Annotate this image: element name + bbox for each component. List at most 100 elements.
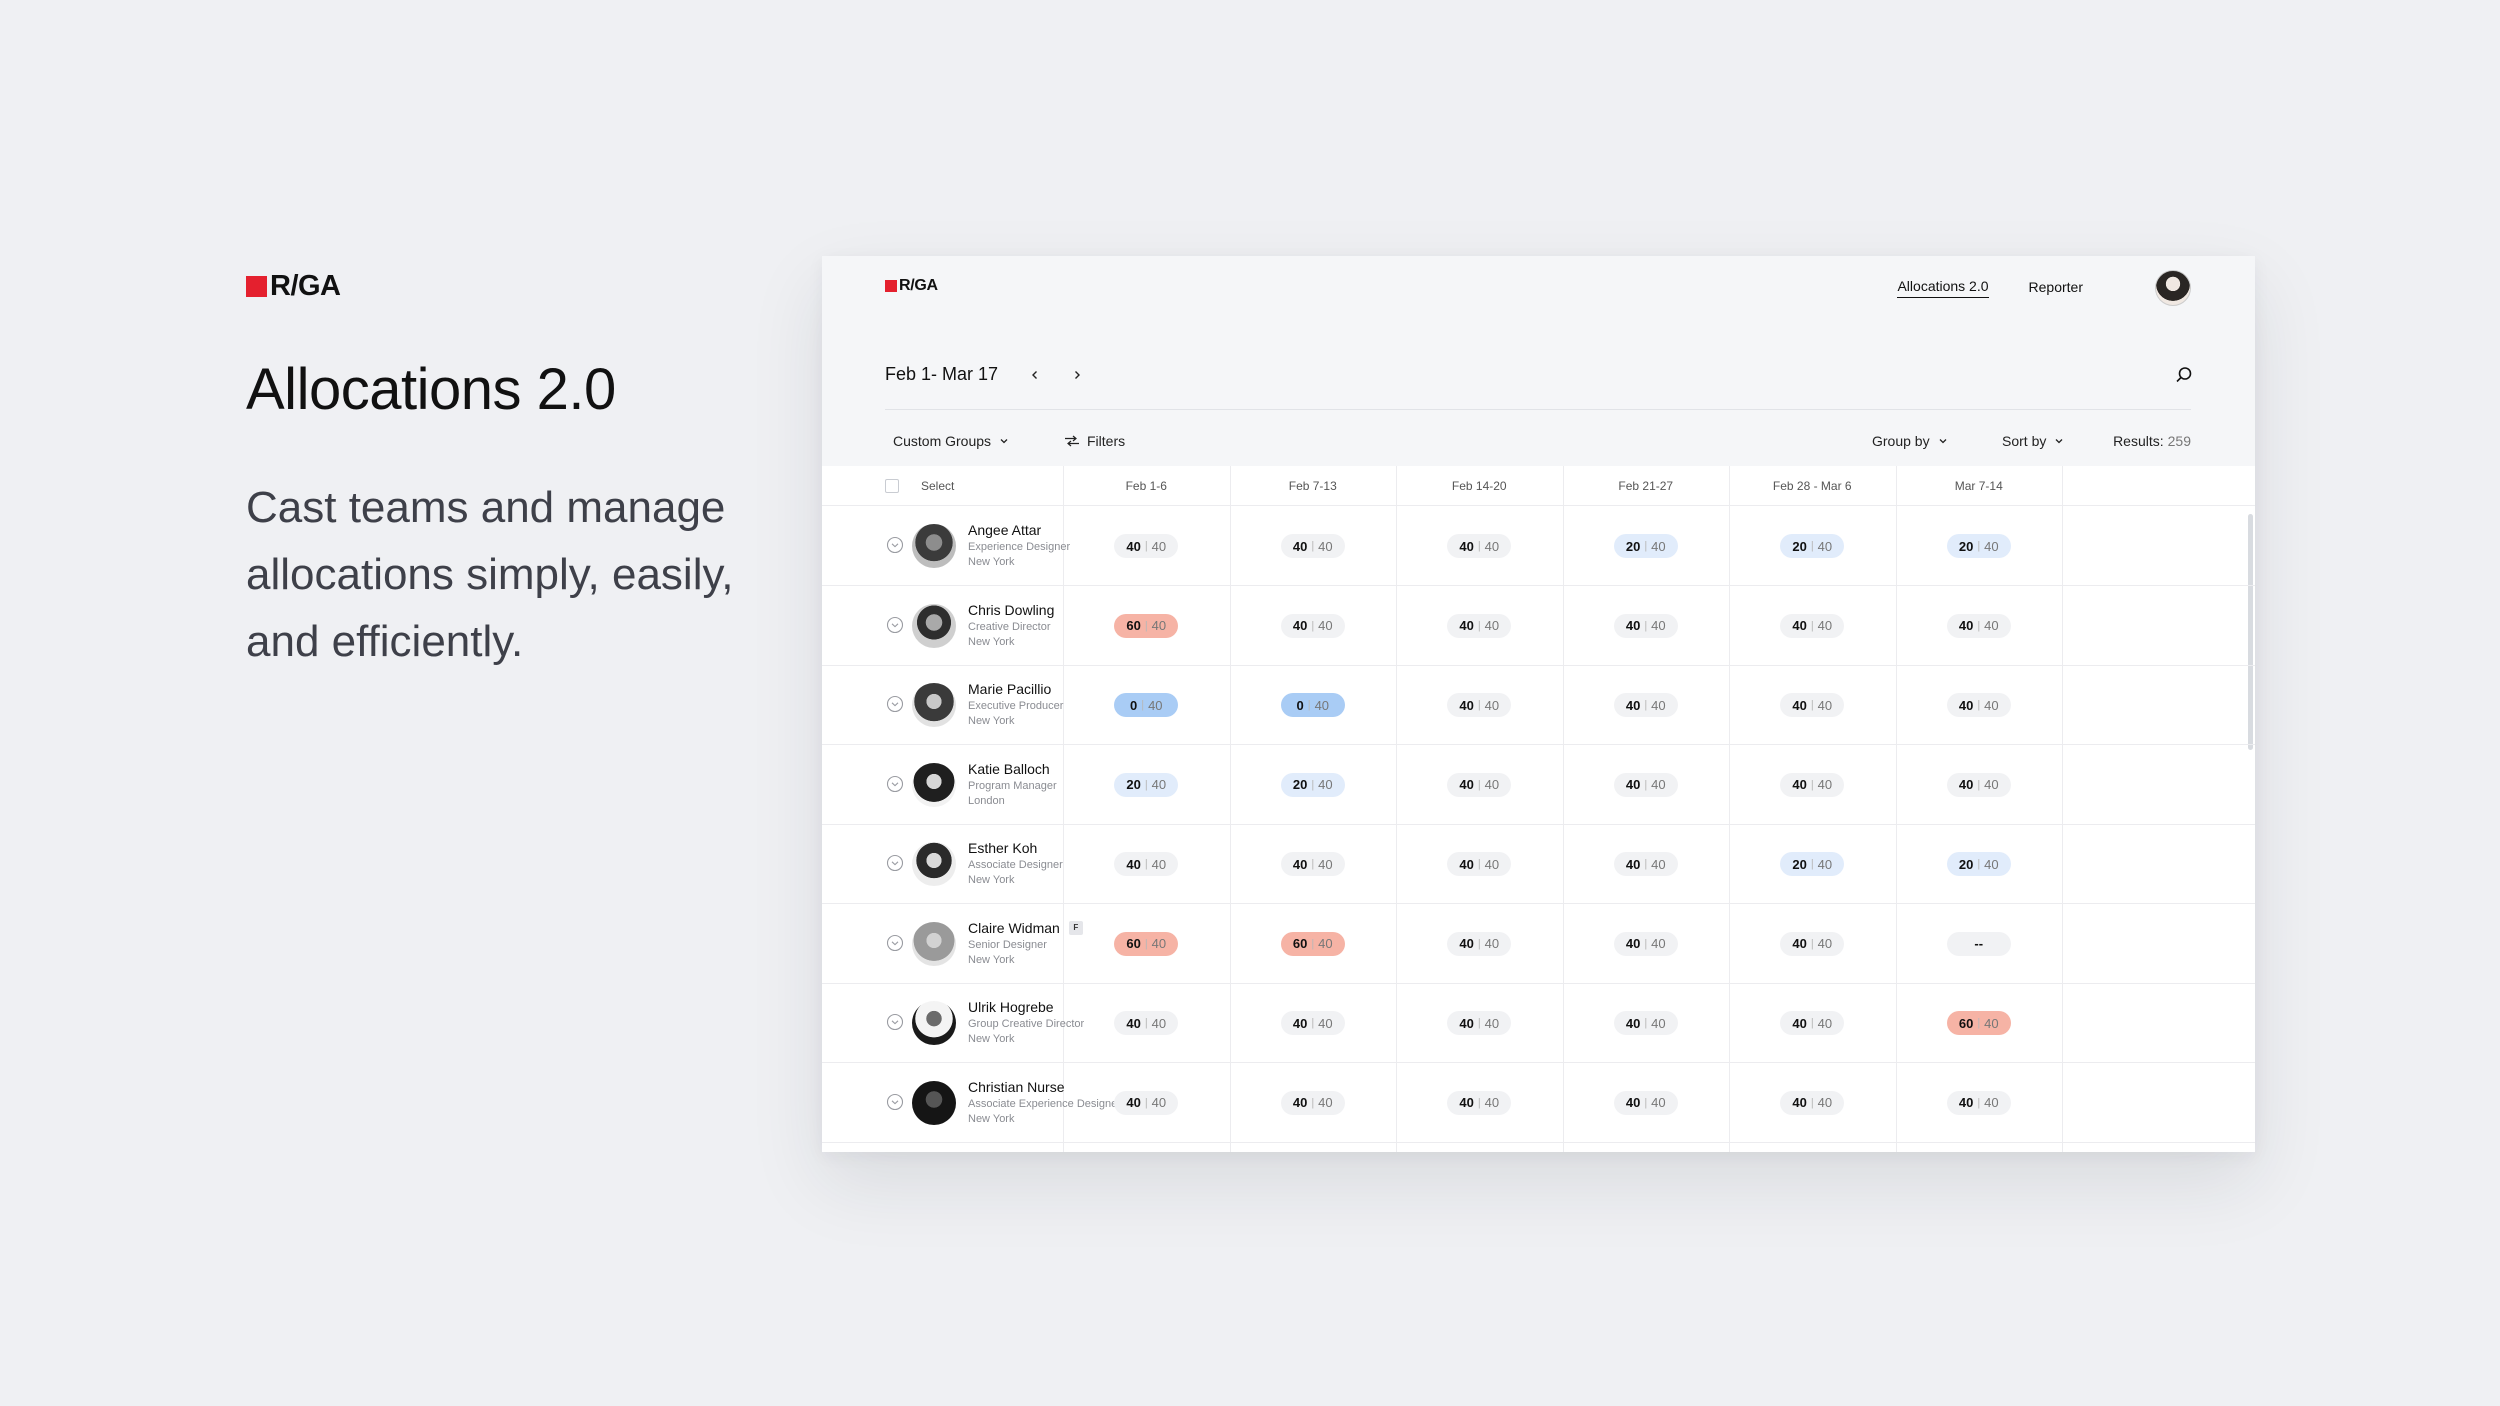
table-row[interactable]: Esther Koh Associate Designer New York 40 | 4… xyxy=(822,824,2255,904)
custom-groups-dropdown[interactable]: Custom Groups xyxy=(893,426,1009,456)
allocation-pill[interactable]: 40 | 40 xyxy=(1613,772,1678,797)
filters-button[interactable]: Filters xyxy=(1064,426,1125,456)
allocation-pill[interactable]: 40 | 40 xyxy=(1946,772,2011,797)
allocation-pill[interactable]: 40 | 40 xyxy=(1613,931,1678,956)
table-row[interactable]: Chris Dowling Creative Director New York 60… xyxy=(822,586,2255,666)
allocation-pill[interactable]: -- xyxy=(1946,931,2011,956)
prev-range-button[interactable] xyxy=(1020,360,1050,390)
week-header[interactable]: Feb 21-27 xyxy=(1563,466,1730,506)
allocation-pill[interactable]: 40 | 40 xyxy=(1946,613,2011,638)
allocation-pill[interactable]: 40 | 40 xyxy=(1780,772,1845,797)
person-name[interactable]: Ulrik Hogrebe xyxy=(968,999,1054,1015)
week-header[interactable]: Feb 14-20 xyxy=(1396,466,1563,506)
allocation-pill[interactable]: 40 | 40 xyxy=(1447,1011,1512,1035)
allocation-cell[interactable]: 20 | 40 xyxy=(1879,852,2079,876)
table-row[interactable]: Katie Balloch Program Manager London 20 | 40 2… xyxy=(822,745,2255,825)
table-row[interactable]: Marie Pacillio Executive Producer New York… xyxy=(822,665,2255,745)
expand-row-icon[interactable] xyxy=(886,775,904,793)
expand-row-icon[interactable] xyxy=(886,934,904,952)
allocation-pill[interactable]: 40 | 40 xyxy=(1447,613,1512,638)
select-all[interactable]: Select xyxy=(885,466,954,506)
allocation-pill[interactable]: 0 | 40 xyxy=(1280,693,1345,717)
nav-allocations[interactable]: Allocations 2.0 xyxy=(1897,278,1989,298)
allocation-pill[interactable]: 40 | 40 xyxy=(1447,1090,1512,1115)
allocation-pill[interactable]: 40 | 40 xyxy=(1114,534,1179,558)
week-header[interactable]: Mar 7-14 xyxy=(1896,466,2063,506)
table-row[interactable]: Christian Nurse Associate Experience Desi… xyxy=(822,1063,2255,1143)
allocation-cell[interactable]: 40 | 40 xyxy=(1879,1090,2079,1115)
allocation-pill[interactable]: 0 | 40 xyxy=(1114,693,1179,717)
allocation-pill[interactable]: 40 | 40 xyxy=(1613,852,1678,876)
person-name[interactable]: Angee Attar xyxy=(968,522,1041,538)
allocation-pill[interactable]: 40 | 40 xyxy=(1780,1090,1845,1115)
allocation-pill[interactable]: 40 | 40 xyxy=(1447,931,1512,956)
allocation-pill[interactable]: 20 | 40 xyxy=(1114,772,1179,797)
allocation-pill[interactable]: 40 | 40 xyxy=(1780,693,1845,717)
allocation-pill[interactable]: 40 | 40 xyxy=(1280,852,1345,876)
allocation-pill[interactable]: 20 | 40 xyxy=(1946,534,2011,558)
allocation-cell[interactable]: 60 | 40 xyxy=(1879,1011,2079,1035)
allocation-pill[interactable]: 40 | 40 xyxy=(1613,1090,1678,1115)
allocation-pill[interactable]: 40 | 40 xyxy=(1613,613,1678,638)
allocation-pill[interactable]: 40 | 40 xyxy=(1613,1011,1678,1035)
allocation-pill[interactable]: 40 | 40 xyxy=(1447,772,1512,797)
person-name[interactable]: Katie Balloch xyxy=(968,761,1050,777)
allocation-pill[interactable]: 20 | 40 xyxy=(1780,852,1845,876)
allocation-pill[interactable]: 40 | 40 xyxy=(1447,852,1512,876)
allocation-pill[interactable]: 40 | 40 xyxy=(1280,534,1345,558)
person-name[interactable]: Esther Koh xyxy=(968,840,1037,856)
next-range-button[interactable] xyxy=(1062,360,1092,390)
allocation-cell[interactable]: 40 | 40 xyxy=(1879,693,2079,717)
allocation-pill[interactable]: 40 | 40 xyxy=(1447,693,1512,717)
capacity-value: 40 xyxy=(1484,1015,1500,1031)
allocation-pill[interactable]: 20 | 40 xyxy=(1946,852,2011,876)
user-avatar[interactable] xyxy=(2155,270,2191,306)
allocation-pill[interactable]: 40 | 40 xyxy=(1946,1090,2011,1115)
allocation-pill[interactable]: 40 | 40 xyxy=(1114,1011,1179,1035)
allocation-pill[interactable]: 20 | 40 xyxy=(1780,534,1845,558)
allocation-pill[interactable]: 20 | 40 xyxy=(1613,534,1678,558)
week-header[interactable]: Feb 28 - Mar 6 xyxy=(1729,466,1896,506)
table-row[interactable]: Angee Attar Experience Designer New York 40… xyxy=(822,506,2255,586)
allocation-pill[interactable]: 40 | 40 xyxy=(1114,1090,1179,1115)
group-by-dropdown[interactable]: Group by xyxy=(1872,426,1948,456)
allocation-pill[interactable]: 40 | 40 xyxy=(1946,693,2011,717)
allocation-pill[interactable]: 40 | 40 xyxy=(1780,613,1845,638)
allocation-pill[interactable]: 60 | 40 xyxy=(1114,613,1179,638)
nav-reporter[interactable]: Reporter xyxy=(2029,279,2083,298)
search-icon[interactable] xyxy=(2175,366,2193,384)
allocation-cell[interactable]: 20 | 40 xyxy=(1879,534,2079,558)
table-row[interactable]: Ulrik Hogrebe Group Creative Director New … xyxy=(822,983,2255,1063)
sort-by-dropdown[interactable]: Sort by xyxy=(2002,426,2064,456)
allocation-cell[interactable]: 40 | 40 xyxy=(1879,772,2079,797)
person-name[interactable]: Marie Pacillio xyxy=(968,681,1051,697)
expand-row-icon[interactable] xyxy=(886,1013,904,1031)
allocation-pill[interactable]: 40 | 40 xyxy=(1447,534,1512,558)
table-row[interactable]: Claire Widman F Senior Designer New York 60 |… xyxy=(822,904,2255,984)
allocation-pill[interactable]: 60 | 40 xyxy=(1114,931,1179,956)
allocation-cell[interactable]: -- xyxy=(1879,931,2079,956)
select-all-checkbox[interactable] xyxy=(885,479,899,493)
app-logo[interactable]: R/GA xyxy=(885,278,938,294)
allocation-pill[interactable]: 20 | 40 xyxy=(1280,772,1345,797)
expand-row-icon[interactable] xyxy=(886,536,904,554)
week-header[interactable]: Feb 1-6 xyxy=(1063,466,1230,506)
allocation-pill[interactable]: 60 | 40 xyxy=(1946,1011,2011,1035)
allocation-value: 40 xyxy=(1459,1015,1474,1031)
expand-row-icon[interactable] xyxy=(886,1093,904,1111)
allocation-pill[interactable]: 40 | 40 xyxy=(1613,693,1678,717)
expand-row-icon[interactable] xyxy=(886,616,904,634)
allocation-pill[interactable]: 40 | 40 xyxy=(1280,613,1345,638)
allocation-pill[interactable]: 40 | 40 xyxy=(1280,1090,1345,1115)
allocation-pill[interactable]: 60 | 40 xyxy=(1280,931,1345,956)
allocation-pill[interactable]: 40 | 40 xyxy=(1280,1011,1345,1035)
separator: | xyxy=(1144,619,1148,632)
allocation-pill[interactable]: 40 | 40 xyxy=(1780,1011,1845,1035)
allocation-pill[interactable]: 40 | 40 xyxy=(1114,852,1179,876)
allocation-pill[interactable]: 40 | 40 xyxy=(1780,931,1845,956)
expand-row-icon[interactable] xyxy=(886,695,904,713)
week-header[interactable]: Feb 7-13 xyxy=(1230,466,1397,506)
expand-row-icon[interactable] xyxy=(886,854,904,872)
person-name[interactable]: Chris Dowling xyxy=(968,602,1054,618)
allocation-cell[interactable]: 40 | 40 xyxy=(1879,613,2079,638)
